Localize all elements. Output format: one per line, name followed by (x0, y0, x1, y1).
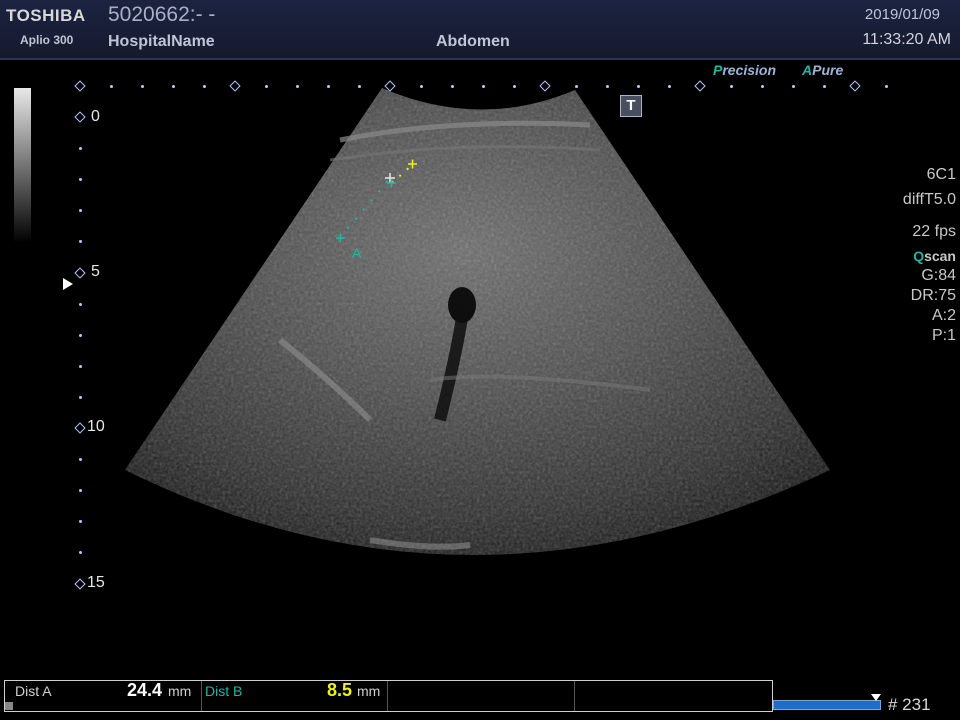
depth-minor-tick (79, 302, 82, 306)
depth-minor-tick (79, 333, 82, 337)
dist-a-cell: Dist A 24.4 mm (5, 680, 202, 711)
probe-label: 6C1 (926, 166, 956, 183)
focus-marker-icon[interactable] (63, 278, 73, 290)
gain-label: G:84 (921, 267, 956, 284)
corner-indicator (5, 702, 13, 710)
ruler-minor-tick (327, 85, 330, 88)
ruler-minor-tick (823, 85, 826, 88)
caliper-label: A (352, 245, 362, 261)
dist-b-cell: Dist B 8.5 mm (201, 680, 388, 711)
dist-a-value: 24.4 (127, 680, 163, 700)
a-value-label: A:2 (931, 307, 956, 324)
cine-progress-bar[interactable] (773, 700, 881, 710)
ruler-minor-tick (513, 85, 516, 88)
fps-label: 22 fps (912, 223, 956, 240)
dynamic-range-label: DR:75 (910, 287, 956, 304)
ruler-minor-tick (606, 85, 609, 88)
dist-b-value: 8.5 (327, 680, 353, 700)
measurement-bar: Dist A 24.4 mm Dist B 8.5 mm (4, 680, 773, 712)
ruler-minor-tick (668, 85, 671, 88)
ruler-minor-tick (482, 85, 485, 88)
ultrasound-image: A (125, 88, 830, 555)
ruler-minor-tick (296, 85, 299, 88)
ruler-minor-tick (451, 85, 454, 88)
ruler-minor-tick (141, 85, 144, 88)
ruler-minor-tick (265, 85, 268, 88)
depth-label-5: 5 (91, 263, 100, 280)
dist-a-label: Dist A (15, 683, 52, 699)
preset-label: diffT5.0 (902, 191, 956, 208)
depth-label-15: 15 (87, 574, 105, 591)
ruler-minor-tick (358, 85, 361, 88)
depth-label-10: 10 (87, 418, 105, 435)
ruler-minor-tick (885, 85, 888, 88)
ruler-minor-tick (730, 85, 733, 88)
text-annotation-icon[interactable]: T (620, 95, 642, 117)
p-value-label: P:1 (931, 327, 956, 344)
ruler-minor-tick (203, 85, 206, 88)
frame-number: # 231 (888, 695, 931, 714)
ruler-minor-tick (792, 85, 795, 88)
dist-a-unit: mm (168, 683, 192, 699)
cine-position-marker-icon[interactable] (871, 694, 881, 701)
ruler-minor-tick (420, 85, 423, 88)
empty-cell (387, 681, 575, 711)
ruler-minor-tick (172, 85, 175, 88)
depth-label-0: 0 (91, 108, 100, 125)
depth-minor-tick (79, 395, 82, 399)
ruler-minor-tick (761, 85, 764, 88)
ruler-minor-tick (637, 85, 640, 88)
dist-b-label: Dist B (205, 683, 243, 699)
lateral-ruler (70, 80, 930, 92)
ruler-minor-tick (110, 85, 113, 88)
depth-minor-tick (79, 364, 82, 368)
ruler-minor-tick (575, 85, 578, 88)
dist-b-unit: mm (357, 683, 381, 699)
qscan-label: Qscan (913, 248, 956, 264)
